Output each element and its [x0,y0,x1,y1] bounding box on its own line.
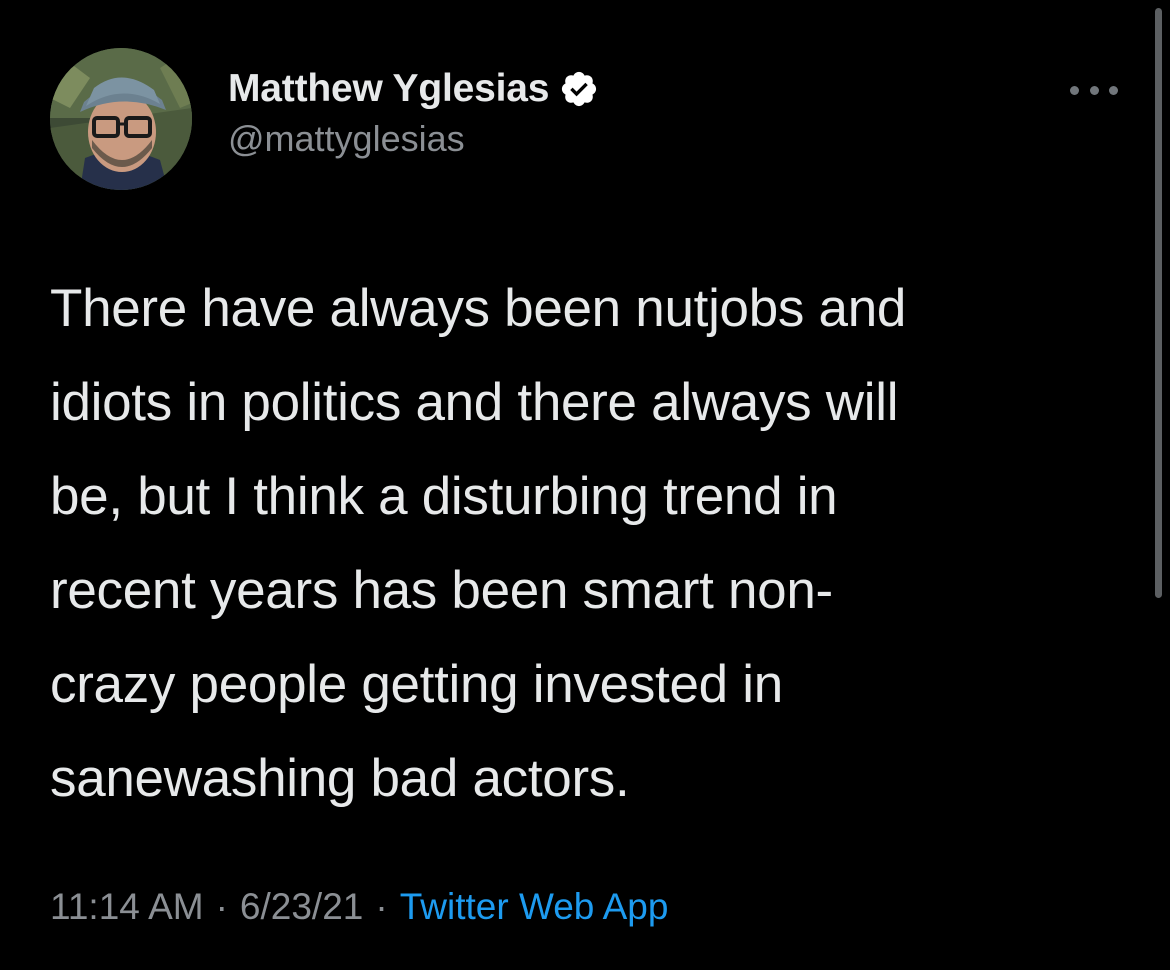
tweet-text-line: idiots in politics and there always will [50,373,899,432]
tweet-date[interactable]: 6/23/21 [240,886,363,928]
scrollbar[interactable] [1155,8,1162,598]
author-name-row: Matthew Yglesias [228,62,599,116]
tweet-text: There have always been nutjobs and idiot… [50,262,1110,826]
avatar[interactable] [50,48,192,190]
tweet-text-line: recent years has been smart non- [50,561,833,620]
meta-separator: · [215,886,228,927]
tweet-text-line: sanewashing bad actors. [50,749,630,808]
user-avatar-image [50,48,192,190]
tweet-text-line: crazy people getting invested in [50,655,783,714]
tweet-card: Matthew Yglesias @mattyglesias There hav… [0,0,1170,970]
tweet-time[interactable]: 11:14 AM [50,886,204,928]
dot [1089,85,1099,95]
display-name[interactable]: Matthew Yglesias [228,67,549,111]
more-options-icon[interactable] [1070,80,1118,100]
verified-badge-icon [559,69,599,109]
author-handle[interactable]: @mattyglesias [228,118,465,160]
tweet-text-line: There have always been nutjobs and [50,279,907,338]
source-link[interactable]: Twitter Web App [400,886,669,928]
dot [1109,85,1118,95]
tweet-meta: 11:14 AM · 6/23/21 · Twitter Web App [50,886,668,928]
dot [1070,85,1079,95]
tweet-text-line: be, but I think a disturbing trend in [50,467,838,526]
meta-separator: · [375,886,388,927]
